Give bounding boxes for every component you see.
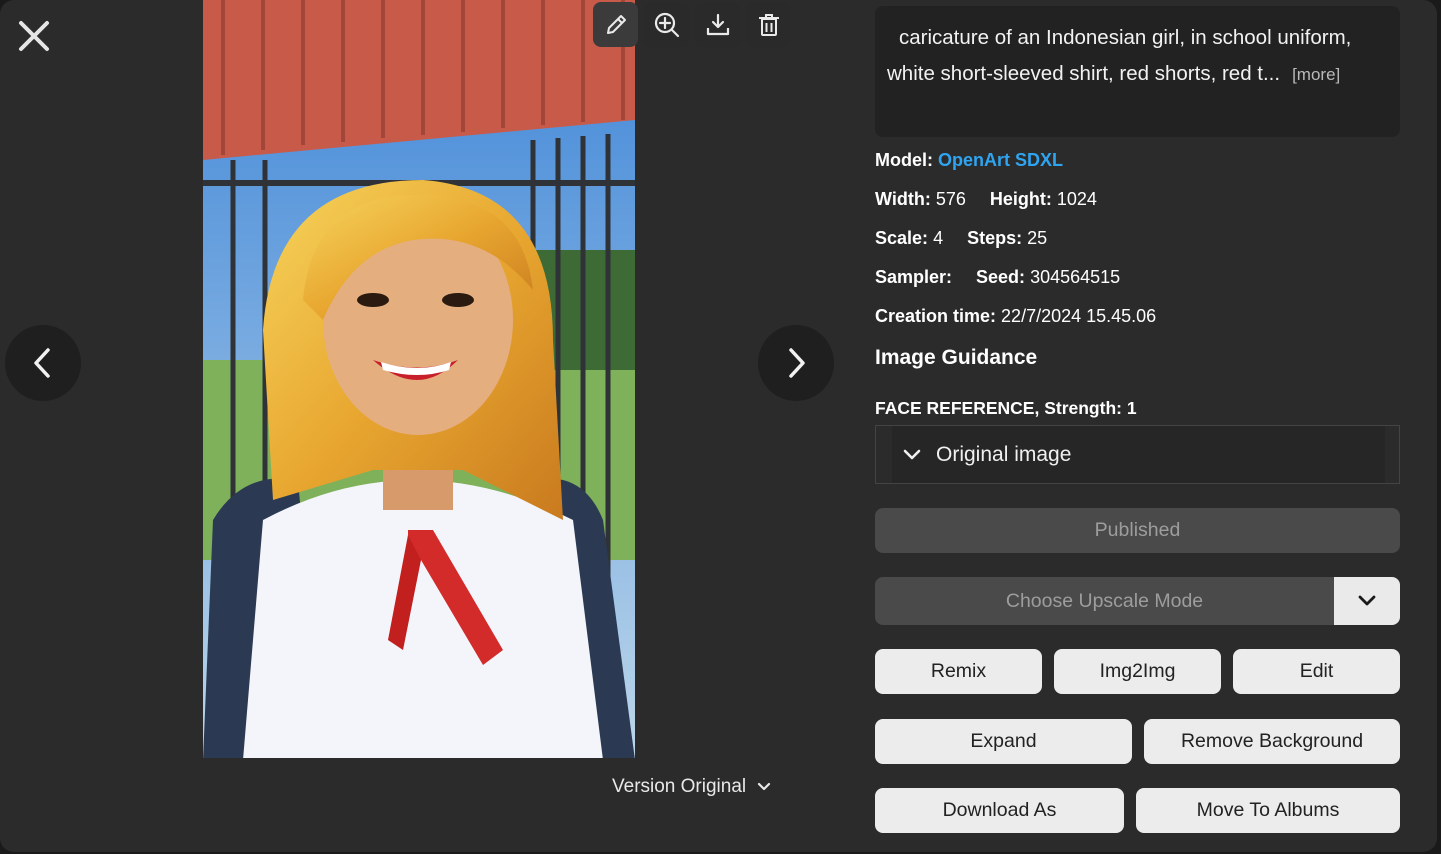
- width-value: 576: [935, 189, 966, 209]
- scale-value: 4: [933, 228, 944, 248]
- scale-steps-row: Scale: 4 Steps: 25: [875, 228, 1047, 249]
- close-button[interactable]: [14, 16, 54, 56]
- width-label: Width:: [875, 189, 931, 209]
- edit-image-button[interactable]: [593, 2, 638, 47]
- image-detail-modal: Version Original caricature of an Indone…: [0, 0, 1437, 852]
- image-guidance-title: Image Guidance: [875, 346, 1038, 369]
- face-reference-dropdown[interactable]: Original image: [875, 425, 1400, 484]
- dropdown-inner: Original image: [892, 426, 1385, 483]
- zoom-in-icon: [654, 12, 679, 37]
- prompt-text: caricature of an Indonesian girl, in sch…: [887, 26, 1352, 85]
- chevron-down-icon: [758, 782, 771, 791]
- scale-label: Scale:: [875, 228, 929, 248]
- edit-button[interactable]: Edit: [1233, 649, 1400, 694]
- seed-value: 304564515: [1030, 267, 1121, 287]
- steps-label: Steps:: [967, 228, 1023, 248]
- expand-button[interactable]: Expand: [875, 719, 1132, 764]
- download-as-button[interactable]: Download As: [875, 788, 1124, 833]
- download-image-button[interactable]: [695, 2, 740, 47]
- size-row: Width: 576 Height: 1024: [875, 189, 1097, 210]
- image-toolbar: [593, 2, 791, 47]
- steps-value: 25: [1027, 228, 1048, 248]
- close-icon: [19, 21, 49, 51]
- model-link[interactable]: OpenArt SDXL: [938, 150, 1063, 170]
- chevron-down-icon: [1358, 595, 1376, 606]
- creation-value: 22/7/2024 15.45.06: [1001, 306, 1157, 326]
- published-button[interactable]: Published: [875, 508, 1400, 553]
- move-to-albums-button[interactable]: Move To Albums: [1136, 788, 1400, 833]
- creation-row: Creation time: 22/7/2024 15.45.06: [875, 306, 1156, 327]
- chevron-down-icon: [903, 449, 921, 459]
- model-row: Model: OpenArt SDXL: [875, 150, 1063, 171]
- dropdown-value: Original image: [936, 442, 1072, 466]
- chevron-left-icon: [34, 348, 50, 378]
- sampler-label: Sampler:: [875, 267, 953, 287]
- seed-label: Seed:: [976, 267, 1026, 287]
- version-selector[interactable]: Version Original: [612, 772, 772, 802]
- remix-button[interactable]: Remix: [875, 649, 1042, 694]
- more-link[interactable]: [more]: [1292, 65, 1340, 84]
- version-label: Version Original: [612, 776, 747, 797]
- height-label: Height:: [989, 189, 1052, 209]
- sampler-seed-row: Sampler: Seed: 304564515: [875, 267, 1120, 288]
- portrait-illustration: [203, 0, 635, 758]
- trash-icon: [758, 13, 779, 36]
- img2img-button[interactable]: Img2Img: [1054, 649, 1221, 694]
- next-image-button[interactable]: [758, 325, 834, 401]
- chevron-right-icon: [789, 348, 805, 378]
- info-panel: caricature of an Indonesian girl, in sch…: [875, 6, 1400, 137]
- pencil-icon: [606, 14, 626, 34]
- zoom-image-button[interactable]: [644, 2, 689, 47]
- model-label: Model:: [875, 150, 933, 170]
- upscale-mode-select[interactable]: Choose Upscale Mode: [875, 577, 1400, 625]
- face-reference-label: FACE REFERENCE, Strength: 1: [875, 398, 1137, 418]
- generated-image[interactable]: [203, 0, 635, 758]
- height-value: 1024: [1056, 189, 1097, 209]
- upscale-caret[interactable]: [1334, 577, 1400, 625]
- upscale-mode-label: Choose Upscale Mode: [875, 577, 1334, 625]
- delete-image-button[interactable]: [746, 2, 791, 47]
- previous-image-button[interactable]: [5, 325, 81, 401]
- creation-label: Creation time:: [875, 306, 997, 326]
- remove-background-button[interactable]: Remove Background: [1144, 719, 1400, 764]
- prompt-box: caricature of an Indonesian girl, in sch…: [875, 6, 1400, 137]
- download-icon: [706, 13, 729, 35]
